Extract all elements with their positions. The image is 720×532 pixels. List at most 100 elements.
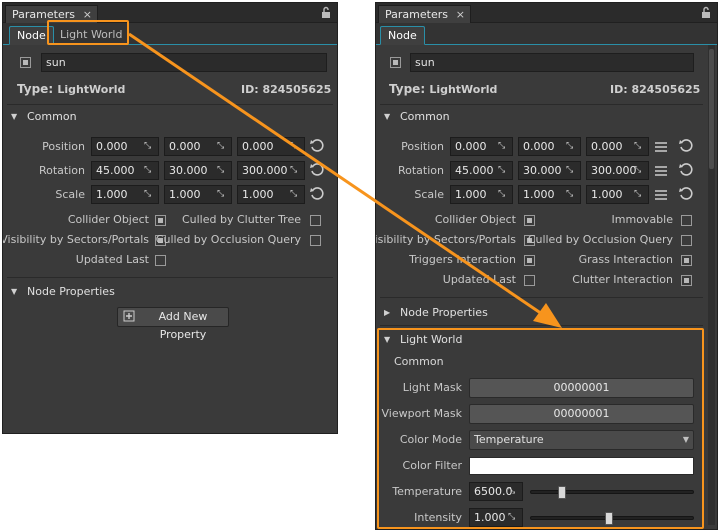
reset-icon[interactable] [678,138,694,154]
culled-by-occlusion-checkbox[interactable] [310,235,321,246]
triggers-interaction-checkbox[interactable] [524,255,535,266]
unlock-icon[interactable] [321,6,331,19]
tabs-row: Node [376,23,717,45]
divider [380,104,703,105]
title-bar: Parameters × [376,3,717,23]
scale-label: Scale [414,188,444,201]
reset-icon[interactable] [678,186,694,202]
updated-last-label: Updated Last [442,273,516,286]
type-value: LightWorld [57,83,126,96]
unlock-icon[interactable] [701,6,711,19]
add-new-property-button[interactable]: Add New Property [117,307,229,341]
culled-by-occlusion-label: Culled by Occlusion Query [527,233,673,246]
collider-object-label: Collider Object [434,213,516,226]
drag-arrows-icon: ⤡ [634,165,642,175]
grass-interaction-label: Grass Interaction [578,253,673,266]
position-x-field[interactable]: 0.000 ⤡ [450,137,513,156]
reset-icon[interactable] [309,162,325,178]
scale-z-field[interactable]: 1.000 ⤡ [237,185,305,204]
scale-x-field[interactable]: 1.000 ⤡ [91,185,159,204]
section-common-header[interactable]: ▼ Common [3,106,337,128]
enabled-checkbox[interactable] [20,57,31,68]
culled-by-occlusion-checkbox[interactable] [681,235,692,246]
rotation-z-field[interactable]: 300.000 ⤡ [237,161,305,180]
node-name-input[interactable]: sun [410,53,694,72]
highlight-box-light-world-tab [47,20,129,45]
reset-icon[interactable] [309,138,325,154]
close-icon[interactable]: × [456,6,465,24]
culled-by-clutter-tree-label: Culled by Clutter Tree [181,213,301,226]
divider [7,277,333,278]
menu-icon[interactable] [654,165,668,177]
drag-arrows-icon: ⤡ [634,141,642,151]
left-parameters-panel: Parameters × Node Light World sun Type: … [2,2,338,434]
section-node-properties-header[interactable]: ▶ Node Properties [376,302,717,324]
reset-icon[interactable] [678,162,694,178]
node-name-input[interactable]: sun [41,53,327,72]
drag-arrows-icon: ⤡ [290,141,298,151]
scale-z-field[interactable]: 1.000 ⤡ [586,185,649,204]
type-label: Type: LightWorld [389,82,498,96]
scale-y-field[interactable]: 1.000 ⤡ [518,185,581,204]
divider [7,104,333,105]
drag-arrows-icon: ⤡ [290,165,298,175]
rotation-y-field[interactable]: 30.000 ⤡ [164,161,232,180]
enabled-checkbox[interactable] [390,57,401,68]
section-common-header[interactable]: ▼ Common [376,106,717,128]
drag-arrows-icon: ⤡ [144,189,152,199]
expand-arrow-icon: ▼ [11,287,18,296]
drag-arrows-icon: ⤡ [566,141,574,151]
position-x-field[interactable]: 0.000 ⤡ [91,137,159,156]
position-y-field[interactable]: 0.000 ⤡ [518,137,581,156]
position-z-field[interactable]: 0.000 ⤡ [237,137,305,156]
scale-x-field[interactable]: 1.000 ⤡ [450,185,513,204]
type-label: Type: LightWorld [17,82,126,96]
drag-arrows-icon: ⤡ [634,189,642,199]
drag-arrows-icon: ⤡ [217,189,225,199]
drag-arrows-icon: ⤡ [498,189,506,199]
tab-node[interactable]: Node [380,26,425,45]
immovable-checkbox[interactable] [681,215,692,226]
visibility-by-sectors-label: Visibility by Sectors/Portals [375,233,516,246]
collider-object-label: Collider Object [67,213,149,226]
position-y-field[interactable]: 0.000 ⤡ [164,137,232,156]
node-id: ID: 824505625 [610,83,701,96]
expand-arrow-icon: ▼ [11,112,18,121]
visibility-by-sectors-label: Visibility by Sectors/Portals [2,233,149,246]
drag-arrows-icon: ⤡ [144,165,152,175]
rotation-y-field[interactable]: 30.000 ⤡ [518,161,581,180]
drag-arrows-icon: ⤡ [217,141,225,151]
position-z-field[interactable]: 0.000 ⤡ [586,137,649,156]
collapse-arrow-icon: ▶ [384,308,391,317]
drag-arrows-icon: ⤡ [498,141,506,151]
menu-icon[interactable] [654,189,668,201]
drag-arrows-icon: ⤡ [566,189,574,199]
reset-icon[interactable] [309,186,325,202]
grass-interaction-checkbox[interactable] [681,255,692,266]
divider [380,325,703,326]
divider [380,297,703,298]
collider-object-checkbox[interactable] [524,215,535,226]
updated-last-checkbox[interactable] [524,275,535,286]
culled-by-clutter-tree-checkbox[interactable] [310,215,321,226]
node-id: ID: 824505625 [241,83,332,96]
drag-arrows-icon: ⤡ [566,165,574,175]
updated-last-checkbox[interactable] [155,255,166,266]
scale-label: Scale [55,188,85,201]
rotation-x-field[interactable]: 45.000 ⤡ [91,161,159,180]
immovable-label: Immovable [611,213,673,226]
clutter-interaction-checkbox[interactable] [681,275,692,286]
type-value: LightWorld [429,83,498,96]
rotation-z-field[interactable]: 300.000 ⤡ [586,161,649,180]
rotation-label: Rotation [397,164,444,177]
highlight-box-light-world-section [377,328,704,529]
updated-last-label: Updated Last [75,253,149,266]
drag-arrows-icon: ⤡ [144,141,152,151]
scale-y-field[interactable]: 1.000 ⤡ [164,185,232,204]
parameters-window-tab[interactable]: Parameters × [378,5,471,23]
menu-icon[interactable] [654,141,668,153]
rotation-x-field[interactable]: 45.000 ⤡ [450,161,513,180]
collider-object-checkbox[interactable] [155,215,166,226]
drag-arrows-icon: ⤡ [217,165,225,175]
section-node-properties-header[interactable]: ▼ Node Properties [3,281,337,303]
